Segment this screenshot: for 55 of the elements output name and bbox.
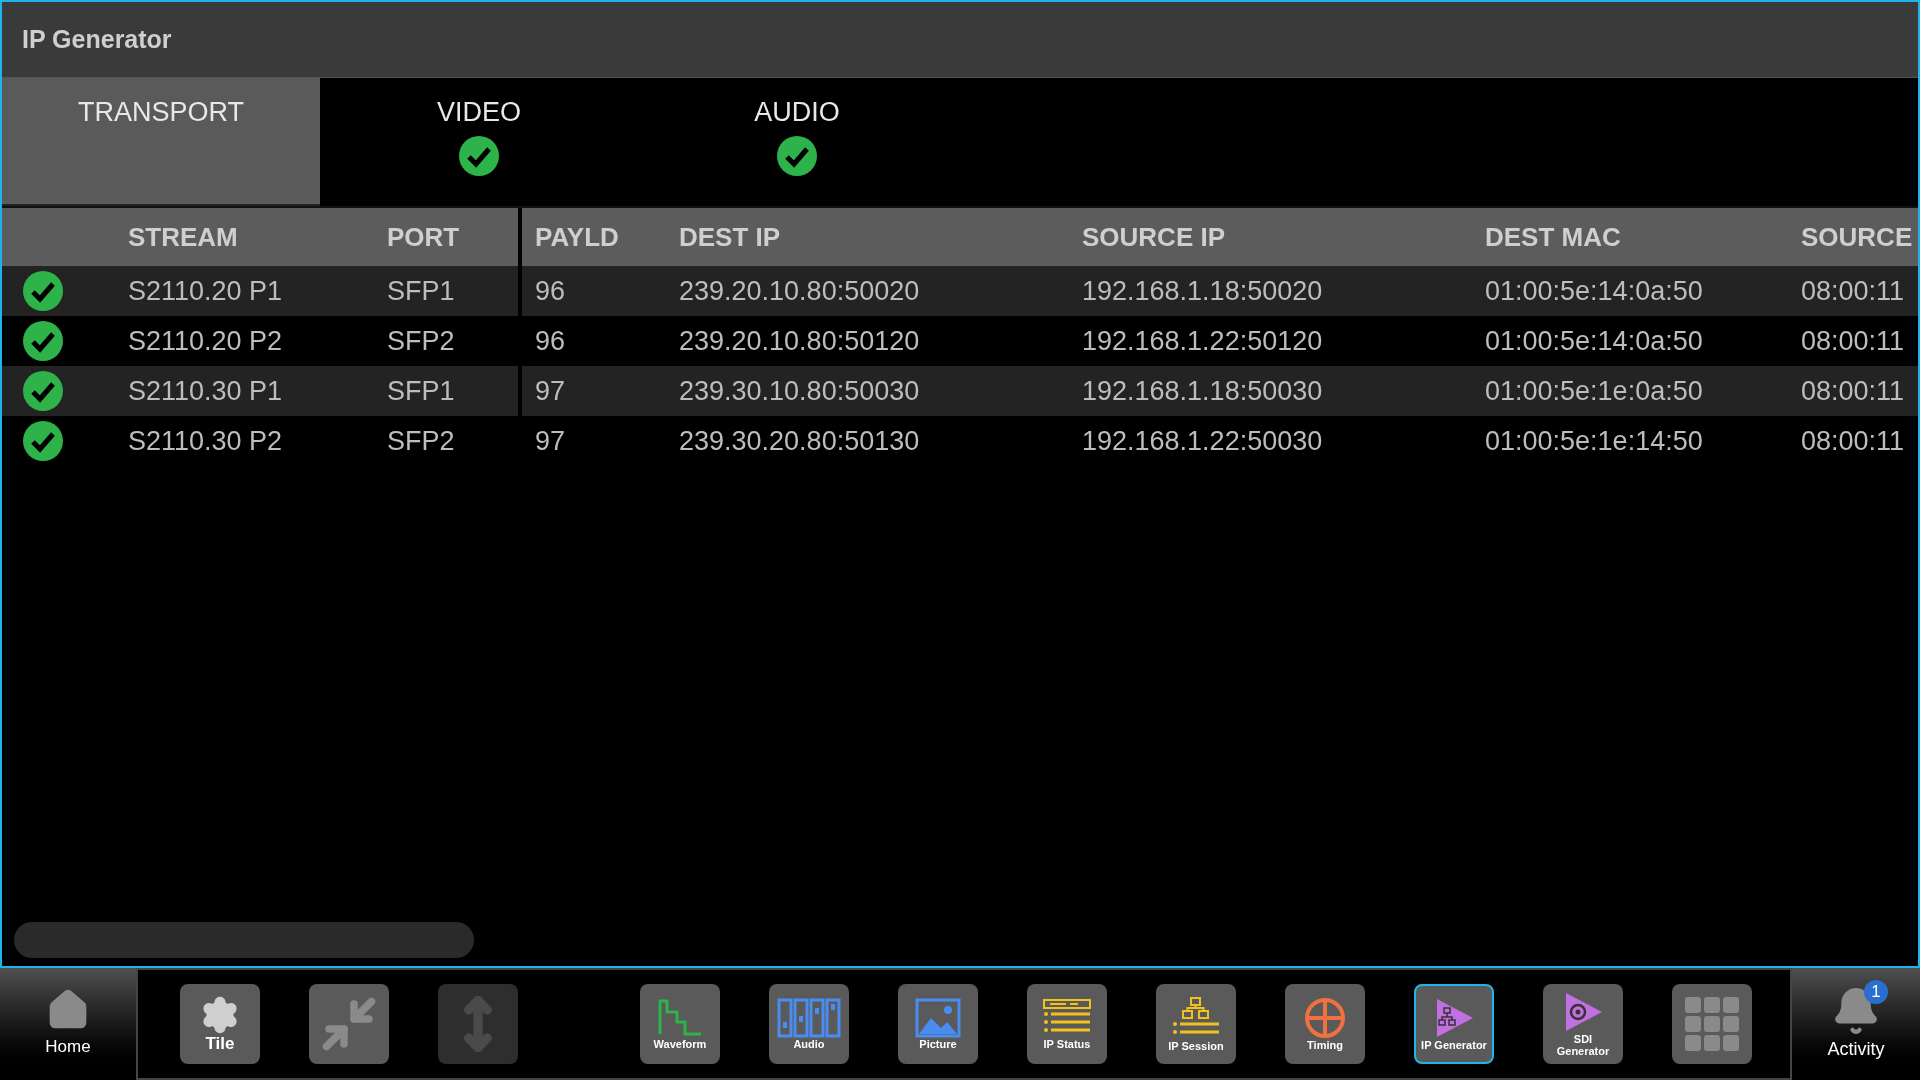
table-cell-text: 08:00:11 [1801,424,1905,458]
table-cell-text: S2110.20 P1 [128,274,283,308]
table-cell-text: 08:00:11 [1801,324,1905,358]
column-header: SOURCE IP [1082,220,1226,254]
table-cell-text: 96 [535,274,566,308]
picture-icon [915,997,961,1038]
table-cell-text: 08:00:11 [1801,274,1905,308]
table-cell-text: 96 [535,324,566,358]
column-header: SOURCE [1801,220,1913,254]
horizontal-scrollbar[interactable] [14,922,474,958]
tile-button[interactable]: Tile [180,984,260,1064]
tab[interactable]: TRANSPORT [2,78,320,206]
window-title: IP Generator [22,23,172,55]
waveform-icon [657,997,703,1038]
column-header: PAYLD [535,220,619,254]
column-header: PORT [387,220,460,254]
table-cell-text: 08:00:11 [1801,374,1905,408]
crosshair-circle-icon [1304,996,1346,1039]
column-header: DEST IP [679,220,781,254]
column-header: DEST MAC [1485,220,1621,254]
picture-button[interactable]: Picture [898,984,978,1064]
apps-button[interactable] [1672,984,1752,1064]
table-cell-text: 239.20.10.80:50120 [679,324,920,358]
table-cell-text: SFP2 [387,324,455,358]
table-cell-text: 192.168.1.18:50030 [1082,374,1323,408]
table-cell-text: 239.30.20.80:50130 [679,424,920,458]
table-cell-text: 01:00:5e:1e:14:50 [1485,424,1703,458]
ip-generator-button[interactable]: IP Generator [1414,984,1494,1064]
ip-status-button[interactable]: IP Status [1027,984,1107,1064]
collapse-button[interactable] [309,984,389,1064]
table-cell-text: 97 [535,374,566,408]
table-cell-text: 97 [535,424,566,458]
notification-badge: 1 [1864,980,1888,1004]
table-cell-text: SFP1 [387,274,455,308]
audio-bars-icon [777,997,841,1038]
grid-icon [1683,995,1741,1053]
table-cell-text: 192.168.1.22:50120 [1082,324,1323,358]
table-cell-text: 01:00:5e:14:0a:50 [1485,324,1703,358]
table-cell-text: 192.168.1.18:50020 [1082,274,1323,308]
table-cell-text: S2110.20 P2 [128,324,283,358]
table-cell-text: 01:00:5e:14:0a:50 [1485,274,1703,308]
ip-session-button[interactable]: IP Session [1156,984,1236,1064]
table-cell-text: 01:00:5e:1e:0a:50 [1485,374,1703,408]
timing-button[interactable]: Timing [1285,984,1365,1064]
table-cell-text: 239.20.10.80:50020 [679,274,920,308]
table-cell-text: SFP1 [387,374,455,408]
table-cell-text: 192.168.1.22:50030 [1082,424,1323,458]
waveform-button[interactable]: Waveform [640,984,720,1064]
table-cell-text: S2110.30 P1 [128,374,283,408]
sdi-generator-button[interactable]: SDI Generator [1543,984,1623,1064]
audio-button[interactable]: Audio [769,984,849,1064]
column-header: STREAM [128,220,238,254]
table-cell-text: SFP2 [387,424,455,458]
table-cell-text: 239.30.10.80:50030 [679,374,920,408]
table-cell-text: S2110.30 P2 [128,424,283,458]
